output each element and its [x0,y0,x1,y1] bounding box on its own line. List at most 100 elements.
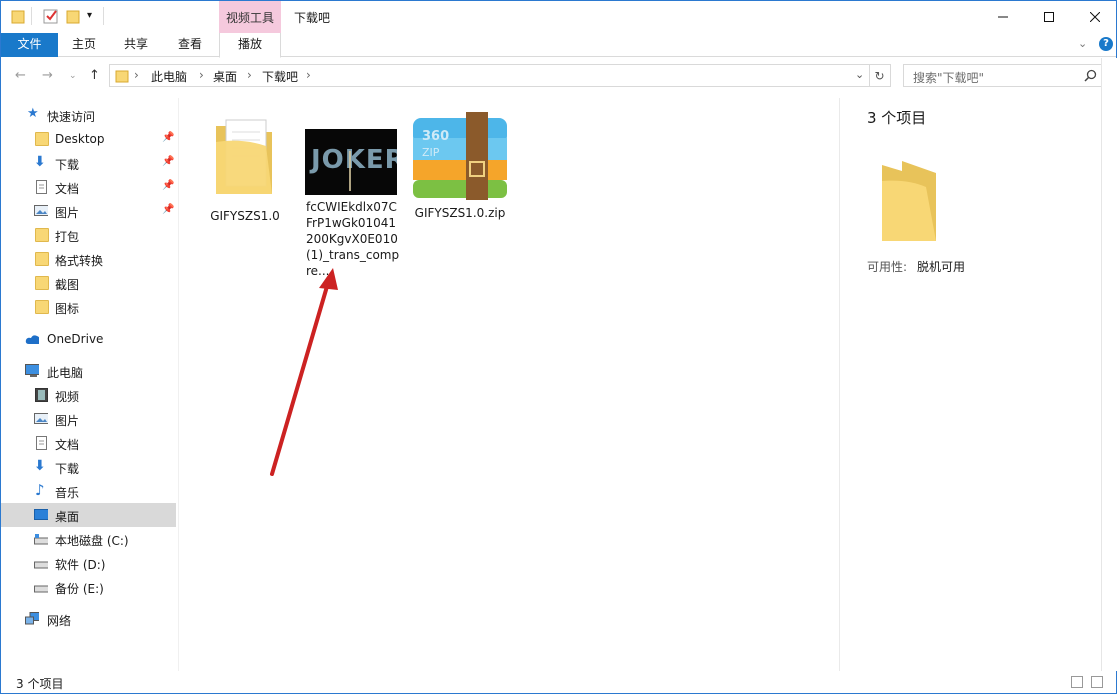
expand-ribbon-icon[interactable]: ⌄ [1078,37,1087,50]
sidebar-item-drive-e[interactable]: 备份 (E:) [1,575,176,599]
picture-icon [34,413,48,424]
sidebar-item-network[interactable]: 网络 [1,607,176,631]
tab-file[interactable]: 文件 [1,33,58,57]
folder-icon[interactable] [11,8,25,27]
cloud-icon [25,335,39,344]
help-icon[interactable]: ? [1099,37,1113,51]
sidebar-item-this-pc[interactable]: 此电脑 [1,359,176,383]
close-icon [1090,12,1100,22]
file-item[interactable]: 360 ZIP GIFYSZS1.0.zip [411,108,509,221]
network-icon [25,612,39,625]
address-bar[interactable]: › 此电脑 › 桌面 › 下载吧 › ⌄ [109,64,870,87]
close-button[interactable] [1072,1,1117,33]
video-icon [35,388,48,402]
breadcrumb-separator: › [306,68,311,82]
sidebar-item-desktop[interactable]: Desktop 📌 [1,127,176,151]
sidebar-item-drive-c[interactable]: 本地磁盘 (C:) [1,527,176,551]
search-input[interactable]: 搜索"下载吧" [903,64,1103,87]
picture-icon [34,205,48,216]
navigation-pane: ★ 快速访问 Desktop 📌 ⬇ 下载 📌 文档 📌 图片 📌 打包 格式转… [1,98,179,671]
pin-icon[interactable]: 📌 [162,132,174,143]
title-bar: ▾ 视频工具 下载吧 [1,1,1116,33]
status-bar: 3 个项目 [1,671,1116,694]
sidebar-item-pictures-pc[interactable]: 图片 [1,407,176,431]
sidebar-item-label: 图标 [55,302,80,316]
sidebar-item-desktop-pc[interactable]: 桌面 [1,503,176,527]
tab-play[interactable]: 播放 [219,33,281,58]
window-title: 下载吧 [294,11,331,25]
details-view-icon[interactable] [1071,676,1083,688]
ribbon-tabs: 文件 主页 共享 查看 播放 ⌄ ? [1,33,1116,58]
properties-icon[interactable] [43,8,59,27]
file-name: fcCWIEkdlx07CFrP1wGk01041200KgvX0E010(1)… [306,200,400,278]
sidebar-item-label: Desktop [55,132,105,146]
sidebar-item-label: 快速访问 [47,110,96,124]
sidebar-item-videos[interactable]: 视频 [1,383,176,407]
refresh-icon: ↻ [874,68,885,83]
drive-icon [34,534,48,545]
sidebar-item-label: 文档 [55,182,80,196]
tab-share[interactable]: 共享 [115,33,157,57]
sidebar-item-format-convert[interactable]: 格式转换 [1,247,176,271]
up-arrow-icon[interactable]: ↑ [89,68,100,83]
refresh-button[interactable]: ↻ [869,64,891,87]
sidebar-item-label: 备份 (E:) [55,582,104,596]
file-item[interactable]: JOKER fcCWIEkdlx07CFrP1wGk01041200KgvX0E… [302,108,400,279]
breadcrumb-separator: › [134,68,139,82]
download-icon: ⬇ [34,154,46,170]
file-item[interactable]: GIFYSZS1.0 [195,108,295,224]
breadcrumb-separator: › [247,68,252,82]
back-arrow-icon[interactable]: ← [15,68,26,83]
pin-icon[interactable]: 📌 [162,180,174,191]
sidebar-item-documents-pc[interactable]: 文档 [1,431,176,455]
folder-icon [35,132,49,146]
file-name: GIFYSZS1.0.zip [414,206,506,220]
sidebar-item-icons[interactable]: 图标 [1,295,176,319]
folder-icon [35,276,49,290]
sidebar-item-label: 桌面 [55,510,80,524]
tab-home[interactable]: 主页 [63,33,105,57]
minimize-button[interactable] [980,1,1026,33]
maximize-button[interactable] [1026,1,1072,33]
forward-arrow-icon[interactable]: → [42,68,53,83]
folder-icon [882,161,936,241]
customize-toolbar-icon[interactable]: ▾ [87,10,92,21]
explorer-window: ▾ 视频工具 下载吧 文件 主页 共享 查看 播放 ⌄ ? ← → ⌄ ↑ › … [0,0,1117,694]
new-folder-icon[interactable] [66,8,82,27]
vertical-scrollbar[interactable] [1101,58,1117,671]
folder-icon [216,119,272,194]
maximize-icon [1044,12,1054,22]
address-dropdown-icon[interactable]: ⌄ [855,68,864,81]
desktop-icon [34,509,48,520]
svg-text:ZIP: ZIP [422,146,440,159]
sidebar-item-documents[interactable]: 文档 📌 [1,175,176,199]
sidebar-item-pictures[interactable]: 图片 📌 [1,199,176,223]
large-icons-view-icon[interactable] [1091,676,1103,688]
sidebar-item-label: 下载 [55,158,80,172]
sidebar-item-label: 音乐 [55,486,80,500]
availability-value: 脱机可用 [917,260,966,274]
sidebar-item-music[interactable]: ♪ 音乐 [1,479,176,503]
sidebar-item-label: 下载 [55,462,80,476]
computer-icon [25,364,39,377]
sidebar-item-label: 格式转换 [55,254,104,268]
pin-icon[interactable]: 📌 [162,204,174,215]
file-list: GIFYSZS1.0 JOKER fcCWIEkdlx07CFrP1wGk010… [181,98,836,671]
breadcrumb-desktop[interactable]: 桌面 [213,68,237,85]
sidebar-item-downloads-pc[interactable]: ⬇ 下载 [1,455,176,479]
recent-locations-icon[interactable]: ⌄ [69,71,77,81]
context-tab-video-tools: 视频工具 [219,1,281,33]
sidebar-item-pack[interactable]: 打包 [1,223,176,247]
breadcrumb-download[interactable]: 下载吧 [262,68,298,85]
sidebar-item-drive-d[interactable]: 软件 (D:) [1,551,176,575]
tab-view[interactable]: 查看 [169,33,211,57]
sidebar-item-screenshot[interactable]: 截图 [1,271,176,295]
pin-icon[interactable]: 📌 [162,156,174,167]
folder-icon [115,70,129,83]
folder-icon [35,228,49,242]
sidebar-item-onedrive[interactable]: OneDrive [1,327,176,351]
sidebar-item-downloads[interactable]: ⬇ 下载 📌 [1,151,176,175]
sidebar-item-quick-access[interactable]: ★ 快速访问 [1,103,176,127]
breadcrumb-this-pc[interactable]: 此电脑 [151,68,187,85]
sidebar-item-label: 文档 [55,438,80,452]
